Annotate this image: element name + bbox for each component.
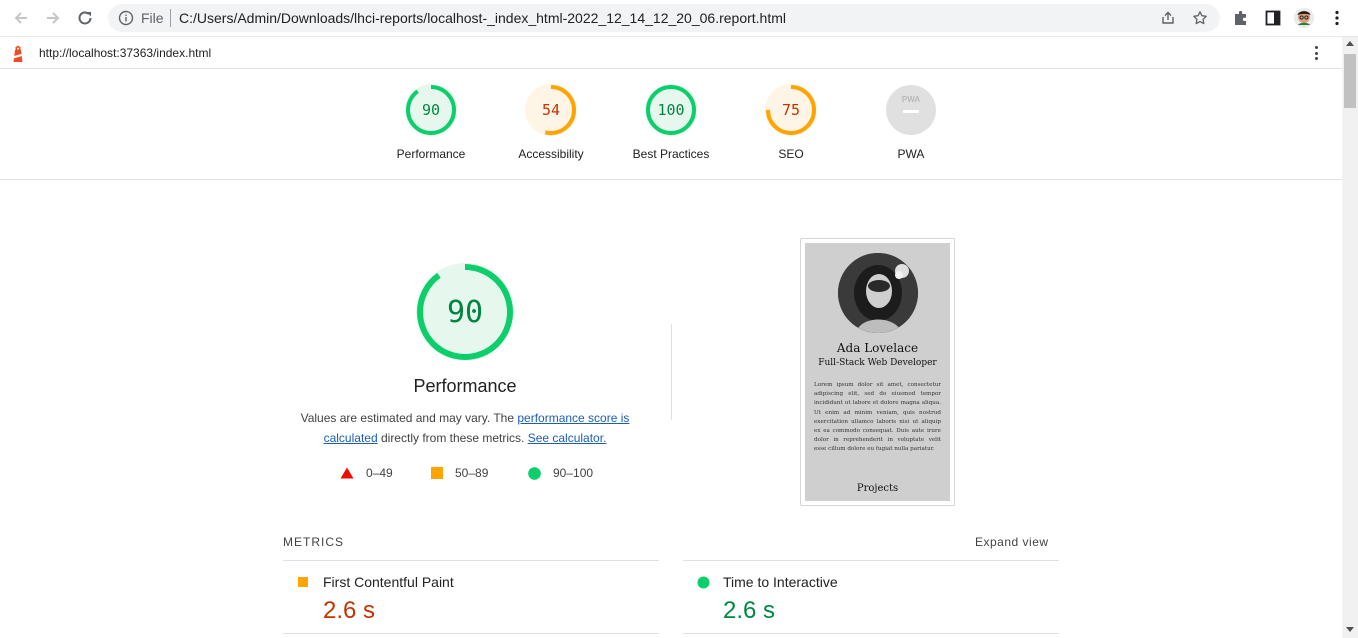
- address-bar[interactable]: File C:/Users/Admin/Downloads/lhci-repor…: [108, 4, 1220, 32]
- performance-main-gauge-ring: 90: [416, 263, 514, 361]
- avatar: [1294, 8, 1314, 28]
- scroll-up-arrow-icon[interactable]: [1346, 41, 1354, 46]
- performance-label: Performance: [396, 147, 466, 161]
- report-url[interactable]: http://localhost:37363/index.html: [39, 46, 211, 60]
- description-text: Values are estimated and may vary. The: [300, 411, 518, 425]
- performance-score: 90: [422, 101, 440, 119]
- metric-title: First Contentful Paint: [323, 574, 454, 590]
- legend-average: 50–89: [431, 466, 488, 480]
- legend-fail-range: 0–49: [366, 466, 393, 480]
- screenshot-body-text: Lorem ipsum dolor sit amet, consectetur …: [814, 382, 941, 453]
- accessibility-gauge-ring: 54: [525, 84, 577, 136]
- puzzle-icon: [1235, 10, 1246, 25]
- arrow-left-icon: [14, 12, 27, 24]
- performance-main-gauge[interactable]: 90: [405, 262, 525, 366]
- share-icon[interactable]: [1160, 10, 1176, 26]
- screenshot-page: Ada Lovelace Full-Stack Web Developer Lo…: [805, 243, 950, 501]
- forward-button[interactable]: [42, 7, 64, 29]
- gauge-performance[interactable]: 90 Performance: [371, 84, 491, 161]
- section-divider: [671, 324, 672, 420]
- omnibox-divider: [170, 9, 171, 27]
- screenshot-name: Ada Lovelace: [836, 341, 919, 355]
- legend-pass: 90–100: [528, 466, 593, 480]
- screenshot-role: Full-Stack Web Developer: [818, 358, 937, 368]
- reload-icon: [78, 11, 92, 25]
- legend-average-range: 50–89: [455, 466, 489, 480]
- square-icon: [431, 467, 443, 479]
- seo-score: 75: [782, 101, 800, 119]
- arrow-right-icon: [47, 12, 60, 24]
- gauge-best-practices[interactable]: 100 Best Practices: [611, 84, 731, 161]
- metric-time-to-interactive: Time to Interactive 2.6 s: [683, 560, 1059, 634]
- expand-view-toggle[interactable]: Expand view: [975, 535, 1049, 549]
- address-text[interactable]: C:/Users/Admin/Downloads/lhci-reports/lo…: [179, 10, 786, 26]
- bookmark-star-icon[interactable]: [1192, 10, 1208, 26]
- triangle-icon: [340, 467, 354, 479]
- profile-button[interactable]: [1294, 8, 1314, 28]
- metric-pass-circle-icon: [697, 576, 710, 589]
- metrics-heading: METRICS: [283, 535, 344, 549]
- pwa-badge-text: PWA: [902, 95, 920, 104]
- best-practices-score: 100: [657, 101, 684, 119]
- side-panel-icon: [1265, 10, 1281, 26]
- scroll-down-arrow-icon[interactable]: [1346, 627, 1354, 632]
- metric-value: 2.6 s: [323, 597, 376, 624]
- lighthouse-logo-icon: [13, 45, 23, 62]
- pwa-label: PWA: [897, 147, 925, 161]
- kebab-menu-icon: [1335, 10, 1339, 26]
- extensions-button[interactable]: [1231, 8, 1251, 28]
- portrait-image: [838, 253, 918, 333]
- browser-menu-button[interactable]: [1327, 8, 1347, 28]
- browser-toolbar: File C:/Users/Admin/Downloads/lhci-repor…: [0, 0, 1358, 37]
- reload-button[interactable]: [74, 7, 96, 29]
- score-legend: 0–49 50–89 90–100: [340, 466, 640, 484]
- performance-gauge-ring: 90: [405, 84, 457, 136]
- final-screenshot[interactable]: Ada Lovelace Full-Stack Web Developer Lo…: [800, 238, 955, 506]
- side-panel-button[interactable]: [1263, 8, 1283, 28]
- gauge-seo[interactable]: 75 SEO: [731, 84, 851, 161]
- performance-description: Values are estimated and may vary. The p…: [292, 408, 638, 448]
- info-icon[interactable]: [118, 10, 134, 26]
- back-button[interactable]: [10, 7, 32, 29]
- seo-label: SEO: [778, 147, 804, 161]
- accessibility-label: Accessibility: [518, 147, 584, 161]
- pwa-badge-icon: PWA: [886, 85, 936, 135]
- gauge-accessibility[interactable]: 54 Accessibility: [491, 84, 611, 161]
- seo-gauge-ring: 75: [765, 84, 817, 136]
- best-practices-gauge-ring: 100: [645, 84, 697, 136]
- description-text-middle: directly from these metrics.: [377, 431, 528, 445]
- accessibility-score: 54: [542, 101, 560, 119]
- legend-fail: 0–49: [340, 466, 393, 480]
- scheme-label: File: [141, 10, 164, 26]
- page-scrollbar[interactable]: [1342, 37, 1358, 638]
- screenshot-projects-heading: Projects: [856, 483, 899, 494]
- report-menu-button[interactable]: [1311, 44, 1321, 62]
- lighthouse-topbar: http://localhost:37363/index.html: [0, 37, 1342, 69]
- metric-first-contentful-paint: First Contentful Paint 2.6 s: [283, 560, 659, 634]
- performance-main-score: 90: [447, 295, 483, 330]
- metric-value: 2.6 s: [723, 597, 776, 624]
- best-practices-label: Best Practices: [632, 147, 710, 161]
- circle-icon: [528, 466, 541, 480]
- metric-average-square-icon: [298, 577, 308, 587]
- scores-header: 90 Performance 54 Accessibility 100 Best…: [0, 70, 1342, 180]
- metric-title: Time to Interactive: [723, 574, 838, 590]
- performance-title: Performance: [413, 376, 517, 396]
- scroll-thumb[interactable]: [1344, 54, 1356, 108]
- see-calculator-link[interactable]: See calculator.: [528, 431, 607, 445]
- gauge-pwa[interactable]: PWA PWA: [851, 84, 971, 161]
- legend-pass-range: 90–100: [553, 466, 594, 480]
